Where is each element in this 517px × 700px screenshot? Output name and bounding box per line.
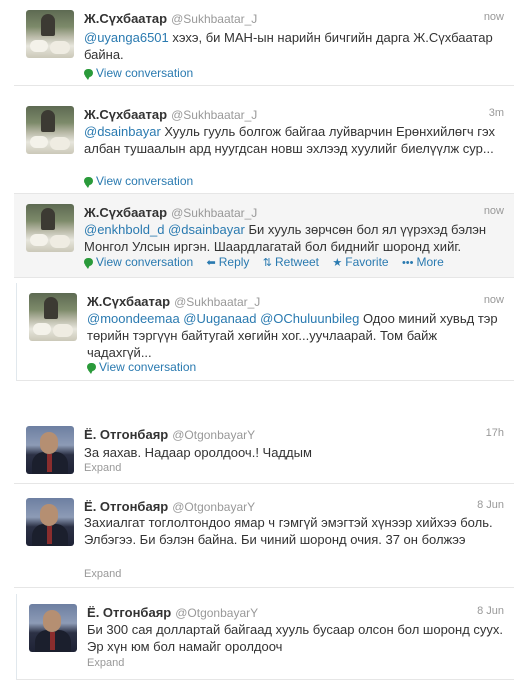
view-conversation-label: View conversation <box>99 360 197 374</box>
avatar[interactable] <box>29 293 77 341</box>
timestamp[interactable]: 3m <box>489 107 504 119</box>
more-label: More <box>416 255 444 269</box>
author-name[interactable]: Ё. Отгонбаяр <box>87 605 171 620</box>
conversation-icon <box>87 363 96 374</box>
tweet-actions: View conversation ⬅ Reply ⇅ Retweet ★ Favor… <box>84 255 454 269</box>
avatar[interactable] <box>26 10 74 58</box>
conversation-icon <box>84 177 93 188</box>
avatar[interactable] <box>26 498 74 546</box>
author-handle[interactable]: @OtgonbayarY <box>172 428 255 442</box>
tweet-text: @uyanga6501 хэхэ, би МАН-ын нарийн бичги… <box>84 29 504 63</box>
tweet-header: Ж.Сүхбаатар @Sukhbaatar_J now <box>87 294 504 310</box>
view-conversation-label: View conversation <box>96 174 194 188</box>
tweet-header: Ё. Отгонбаяр @OtgonbayarY 17h <box>84 427 504 443</box>
timestamp[interactable]: 8 Jun <box>477 605 504 617</box>
conversation-icon <box>84 69 93 80</box>
mention-link[interactable]: @dsainbayar <box>84 124 161 139</box>
star-icon: ★ <box>332 257 343 269</box>
tweet[interactable]: Ж.Сүхбаатар @Sukhbaatar_J now @enkhbold_d… <box>14 194 514 278</box>
tweet-text: За яахав. Надаар оролдооч.! Чаддым <box>84 445 312 460</box>
more-button[interactable]: ••• More <box>402 255 444 269</box>
author-name[interactable]: Ж.Сүхбаатар <box>87 294 170 309</box>
tweet-text: Би 300 сая доллартай байгаад хууль бусаа… <box>87 622 504 654</box>
avatar[interactable] <box>29 604 77 652</box>
tweet[interactable]: Ё. Отгонбаяр @OtgonbayarY 8 Jun Би 300 са… <box>16 594 514 680</box>
mention-link[interactable]: @uyanga6501 <box>84 30 169 45</box>
conversation-icon <box>84 258 93 269</box>
tweet[interactable]: Ё. Отгонбаяр @OtgonbayarY 8 Jun Захиалгат… <box>14 488 514 588</box>
tweet-header: Ж.Сүхбаатар @Sukhbaatar_J 3m <box>84 107 504 123</box>
view-conversation-link[interactable]: View conversation <box>84 66 193 80</box>
reply-button[interactable]: ⬅ Reply <box>207 255 250 269</box>
tweet-header: Ж.Сүхбаатар @Sukhbaatar_J now <box>84 11 504 27</box>
mention-link[interactable]: @moondeemaa @Uuganaad @OChuluunbileg <box>87 311 359 326</box>
tweet-actions: View conversation <box>84 174 203 188</box>
author-handle[interactable]: @Sukhbaatar_J <box>171 108 257 122</box>
timestamp[interactable]: now <box>484 11 504 23</box>
view-conversation-link[interactable]: View conversation <box>84 255 193 269</box>
avatar[interactable] <box>26 426 74 474</box>
author-name[interactable]: Ё. Отгонбаяр <box>84 427 168 442</box>
tweet-actions: View conversation <box>84 66 203 80</box>
author-handle[interactable]: @Sukhbaatar_J <box>171 206 257 220</box>
timestamp[interactable]: now <box>484 205 504 217</box>
author-handle[interactable]: @Sukhbaatar_J <box>174 295 260 309</box>
tweet-header: Ё. Отгонбаяр @OtgonbayarY 8 Jun <box>87 605 504 621</box>
tweet-text: @moondeemaa @Uuganaad @OChuluunbileg Одо… <box>87 310 504 361</box>
tweet-header: Ж.Сүхбаатар @Sukhbaatar_J now <box>84 205 504 221</box>
timestamp[interactable]: now <box>484 294 504 306</box>
author-handle[interactable]: @Sukhbaatar_J <box>171 12 257 26</box>
author-name[interactable]: Ж.Сүхбаатар <box>84 205 167 220</box>
tweet[interactable]: Ё. Отгонбаяр @OtgonbayarY 17h За яахав. Н… <box>14 416 514 484</box>
view-conversation-label: View conversation <box>96 66 194 80</box>
retweet-label: Retweet <box>274 255 320 269</box>
view-conversation-link[interactable]: View conversation <box>87 360 196 374</box>
expand-link[interactable]: Expand <box>87 657 124 669</box>
tweet[interactable]: Ж.Сүхбаатар @Sukhbaatar_J now @uyanga6501… <box>14 0 514 86</box>
tweet-text: @dsainbayar Хууль гууль болгож байгаа лу… <box>84 123 504 157</box>
timestamp[interactable]: 17h <box>486 427 504 439</box>
tweet-text: @enkhbold_d @dsainbayar Би хууль зөрчсөн… <box>84 221 504 255</box>
timestamp[interactable]: 8 Jun <box>477 499 504 511</box>
expand-link[interactable]: Expand <box>84 462 121 474</box>
tweet-actions: View conversation <box>87 360 206 374</box>
more-icon: ••• <box>401 257 414 269</box>
reply-icon: ⬅ <box>206 257 216 269</box>
tweet[interactable]: Ж.Сүхбаатар @Sukhbaatar_J 3m @dsainbayar … <box>14 96 514 194</box>
author-name[interactable]: Ж.Сүхбаатар <box>84 11 167 26</box>
author-name[interactable]: Ё. Отгонбаяр <box>84 499 168 514</box>
mention-link[interactable]: @enkhbold_d @dsainbayar <box>84 222 245 237</box>
expand-link[interactable]: Expand <box>84 568 121 580</box>
view-conversation-link[interactable]: View conversation <box>84 174 193 188</box>
author-handle[interactable]: @OtgonbayarY <box>172 500 255 514</box>
tweet-header: Ё. Отгонбаяр @OtgonbayarY 8 Jun <box>84 499 504 515</box>
view-conversation-label: View conversation <box>96 255 194 269</box>
reply-label: Reply <box>218 255 250 269</box>
retweet-button[interactable]: ⇅ Retweet <box>263 255 319 269</box>
author-handle[interactable]: @OtgonbayarY <box>175 606 258 620</box>
avatar[interactable] <box>26 204 74 252</box>
tweet-text: Захиалгат тоглолтондоо ямар ч гэмгүй эмэ… <box>84 515 493 547</box>
favorite-label: Favorite <box>345 255 389 269</box>
author-name[interactable]: Ж.Сүхбаатар <box>84 107 167 122</box>
retweet-icon: ⇅ <box>262 257 272 269</box>
tweet[interactable]: Ж.Сүхбаатар @Sukhbaatar_J now @moondeemaa… <box>16 283 514 381</box>
favorite-button[interactable]: ★ Favorite <box>332 255 388 269</box>
avatar[interactable] <box>26 106 74 154</box>
